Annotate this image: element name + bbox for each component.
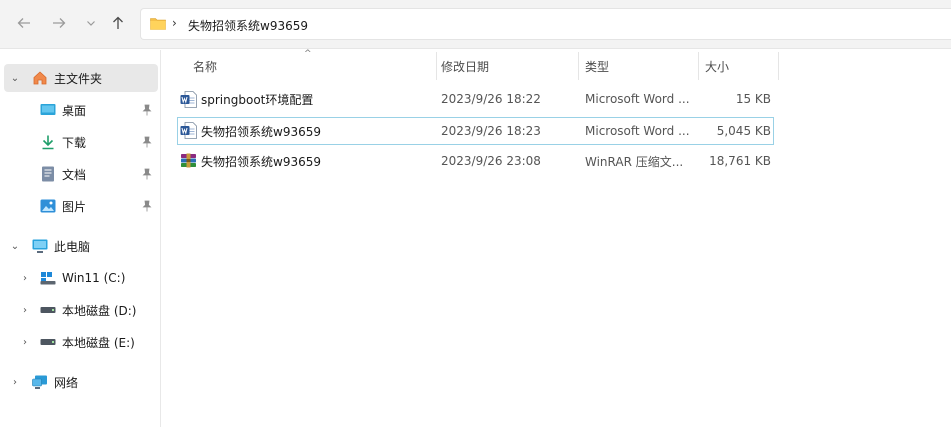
folder-icon	[150, 18, 166, 30]
column-divider[interactable]	[578, 52, 579, 80]
sidebar-item-label: 图片	[62, 199, 87, 214]
file-type: Microsoft Word ...	[585, 92, 690, 106]
sidebar-item-label: Win11 (C:)	[62, 271, 126, 285]
file-name: 失物招领系统w93659	[201, 154, 321, 169]
drive-icon	[40, 334, 56, 350]
chevron-right-icon[interactable]: ›	[20, 273, 30, 284]
chevron-down-icon[interactable]: ⌄	[10, 73, 20, 84]
title-toolbar: › 失物招领系统w93659	[0, 0, 951, 49]
address-bar[interactable]: › 失物招领系统w93659	[140, 8, 951, 40]
breadcrumb-separator: ›	[172, 16, 177, 30]
arrow-up-icon	[113, 16, 123, 29]
forward-button[interactable]	[48, 12, 70, 34]
computer-icon	[32, 238, 48, 254]
file-row-selected[interactable]: 失物招领系统w93659 2023/9/26 18:23 Microsoft W…	[177, 117, 774, 145]
chevron-down-icon	[87, 21, 95, 26]
desktop-icon	[40, 102, 56, 118]
column-divider[interactable]	[436, 52, 437, 80]
document-icon	[40, 166, 56, 182]
sidebar-item-network[interactable]: › 网络	[4, 368, 158, 396]
column-header-label: 名称	[193, 59, 218, 74]
download-icon	[40, 134, 56, 150]
sidebar-item-label: 本地磁盘 (D:)	[62, 303, 137, 318]
sidebar-item-desktop[interactable]: 桌面	[4, 96, 158, 124]
recent-locations-button[interactable]	[80, 12, 102, 34]
sidebar-item-drive-c[interactable]: › Win11 (C:)	[4, 264, 158, 292]
sidebar-item-pictures[interactable]: 图片	[4, 192, 158, 220]
arrow-right-icon	[53, 18, 66, 28]
sidebar-item-label: 下载	[62, 135, 87, 150]
pin-icon	[142, 168, 152, 180]
breadcrumb-current-folder[interactable]: 失物招领系统w93659	[188, 17, 308, 34]
column-header-label: 类型	[585, 59, 610, 74]
drive-icon	[40, 302, 56, 318]
picture-icon	[40, 198, 56, 214]
sidebar-item-documents[interactable]: 文档	[4, 160, 158, 188]
up-button[interactable]	[107, 12, 129, 34]
column-divider[interactable]	[698, 52, 699, 80]
column-divider[interactable]	[778, 52, 779, 80]
file-type: WinRAR 压缩文...	[585, 154, 684, 169]
column-header-label: 大小	[705, 59, 730, 74]
file-name: springboot环境配置	[201, 92, 314, 107]
file-row[interactable]: springboot环境配置 2023/9/26 18:22 Microsoft…	[177, 86, 774, 114]
file-name: 失物招领系统w93659	[201, 124, 321, 139]
sidebar-item-drive-e[interactable]: › 本地磁盘 (E:)	[4, 328, 158, 356]
home-icon	[32, 70, 48, 86]
column-header-label: 修改日期	[441, 59, 490, 74]
sidebar-item-this-pc[interactable]: ⌄ 此电脑	[4, 232, 158, 260]
sidebar-item-label: 此电脑	[54, 239, 91, 254]
file-size: 18,761 KB	[709, 154, 771, 168]
file-type: Microsoft Word ...	[585, 124, 690, 138]
pin-icon	[142, 136, 152, 148]
sidebar-item-label: 桌面	[62, 103, 87, 118]
sidebar-item-downloads[interactable]: 下载	[4, 128, 158, 156]
navigation-pane: ⌄ 主文件夹 桌面 下载 文档 图片 ⌄ 此电脑 › Win11 (C:) › …	[0, 50, 161, 427]
arrow-left-icon	[17, 18, 30, 28]
pin-icon	[142, 104, 152, 116]
sidebar-item-label: 主文件夹	[54, 71, 103, 86]
sidebar-item-label: 网络	[54, 375, 79, 390]
file-modified: 2023/9/26 23:08	[441, 154, 541, 168]
word-doc-icon	[180, 122, 197, 139]
system-drive-icon	[40, 270, 56, 286]
file-size: 5,045 KB	[716, 124, 771, 138]
file-modified: 2023/9/26 18:23	[441, 124, 541, 138]
file-modified: 2023/9/26 18:22	[441, 92, 541, 106]
sidebar-item-label: 文档	[62, 167, 87, 182]
chevron-right-icon[interactable]: ›	[10, 377, 20, 388]
sidebar-item-label: 本地磁盘 (E:)	[62, 335, 135, 350]
file-size: 15 KB	[735, 92, 771, 106]
back-button[interactable]	[13, 12, 35, 34]
column-header-name[interactable]: 名称	[193, 52, 436, 80]
file-row[interactable]: 失物招领系统w93659 2023/9/26 23:08 WinRAR 压缩文.…	[177, 148, 774, 176]
column-header-type[interactable]: 类型	[585, 52, 697, 80]
chevron-right-icon[interactable]: ›	[20, 337, 30, 348]
network-icon	[32, 374, 48, 390]
chevron-right-icon[interactable]: ›	[20, 305, 30, 316]
word-doc-icon	[180, 91, 197, 108]
column-header-size[interactable]: 大小	[705, 52, 777, 80]
winrar-archive-icon	[181, 153, 196, 168]
chevron-down-icon[interactable]: ⌄	[10, 241, 20, 252]
pin-icon	[142, 200, 152, 212]
sidebar-item-drive-d[interactable]: › 本地磁盘 (D:)	[4, 296, 158, 324]
sidebar-item-home[interactable]: ⌄ 主文件夹	[4, 64, 158, 92]
column-header-modified[interactable]: 修改日期	[441, 52, 577, 80]
